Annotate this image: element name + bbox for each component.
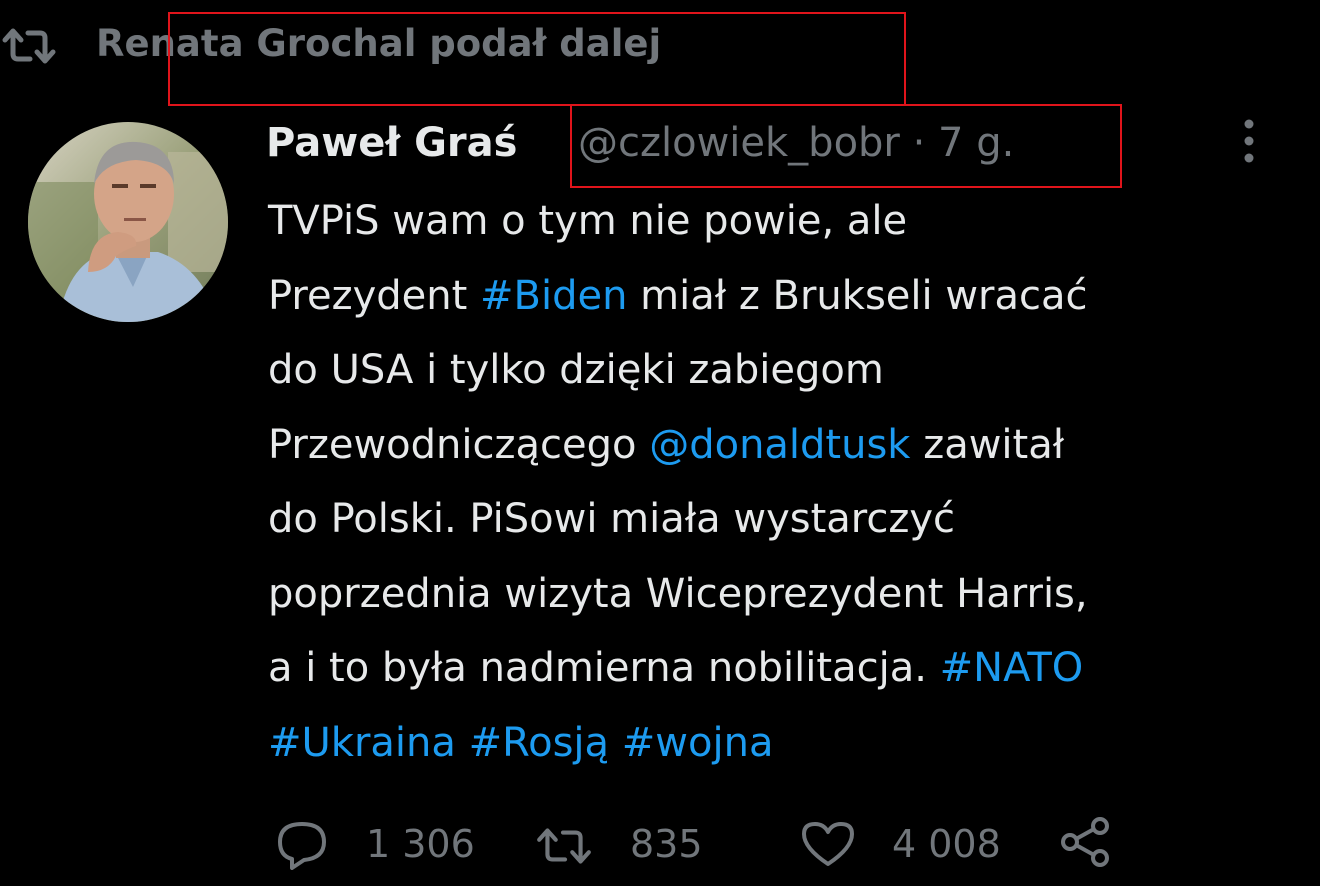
avatar[interactable]: [28, 122, 228, 322]
retweet-button[interactable]: 835: [534, 812, 734, 876]
profile-photo: [28, 122, 228, 322]
author-display-name[interactable]: Paweł Graś: [266, 120, 517, 166]
hashtag-link[interactable]: #Biden: [480, 273, 627, 319]
retweet-count: 835: [630, 822, 703, 866]
tweet-text-segment: Przewodniczącego: [268, 421, 650, 468]
tweet-text-segment: poprzednia wizyta Wiceprezydent Harris,: [268, 570, 1088, 617]
tweet-text-line: Prezydent #Biden miał z Brukseli wracać: [268, 259, 1298, 334]
heart-icon: [802, 822, 854, 866]
tweet-text-segment: do Polski. PiSowi miała wystarczyć: [268, 496, 955, 542]
share-button[interactable]: [1056, 812, 1120, 876]
tweet-text-line: do Polski. PiSowi miała wystarczyć: [268, 482, 1298, 557]
reply-icon: [278, 822, 326, 870]
tweet-text-line: do USA i tylko dzięki zabiegom: [268, 333, 1298, 408]
tweet-text-line: a i to była nadmierna nobilitacja. #NATO: [268, 631, 1298, 706]
reply-button[interactable]: 1 306: [272, 812, 502, 876]
annotation-box-handle: [570, 104, 1122, 188]
reply-count: 1 306: [366, 822, 475, 866]
tweet-text-segment: zawitał: [910, 421, 1065, 468]
tweet-text-segment: Prezydent: [268, 272, 481, 319]
like-count: 4 008: [892, 822, 1001, 866]
tweet-text-line: TVPiS wam o tym nie powie, ale: [268, 184, 1298, 259]
tweet-text: TVPiS wam o tym nie powie, ale Prezydent …: [268, 184, 1298, 780]
tweet-text-segment: do USA i tylko dzięki zabiegom: [268, 347, 884, 393]
hashtag-link[interactable]: #NATO: [940, 645, 1084, 691]
annotation-box-retweet: [168, 12, 906, 106]
tweet-text-line: Przewodniczącego @donaldtusk zawitał: [268, 408, 1298, 483]
hashtag-link[interactable]: #Ukraina: [268, 720, 456, 766]
hashtag-link[interactable]: #wojna: [622, 720, 774, 766]
more-options-icon[interactable]: [1234, 116, 1264, 166]
like-button[interactable]: 4 008: [798, 812, 1038, 876]
tweet-text-line: poprzednia wizyta Wiceprezydent Harris,: [268, 557, 1298, 632]
tweet-text-segment: [609, 720, 622, 766]
hashtag-link[interactable]: #Rosją: [469, 720, 609, 766]
tweet-text-segment: TVPiS wam o tym nie powie, ale: [268, 198, 908, 244]
tweet-text-segment: miał z Brukseli wracać: [627, 272, 1088, 319]
retweet-icon: [537, 828, 591, 864]
tweet-text-segment: [456, 720, 469, 766]
mention-link[interactable]: @donaldtusk: [649, 422, 910, 468]
tweet-text-line: #Ukraina #Rosją #wojna: [268, 706, 1298, 781]
share-icon: [1061, 817, 1109, 867]
tweet-text-segment: a i to była nadmierna nobilitacja.: [268, 645, 940, 691]
retweet-icon: [2, 28, 56, 64]
